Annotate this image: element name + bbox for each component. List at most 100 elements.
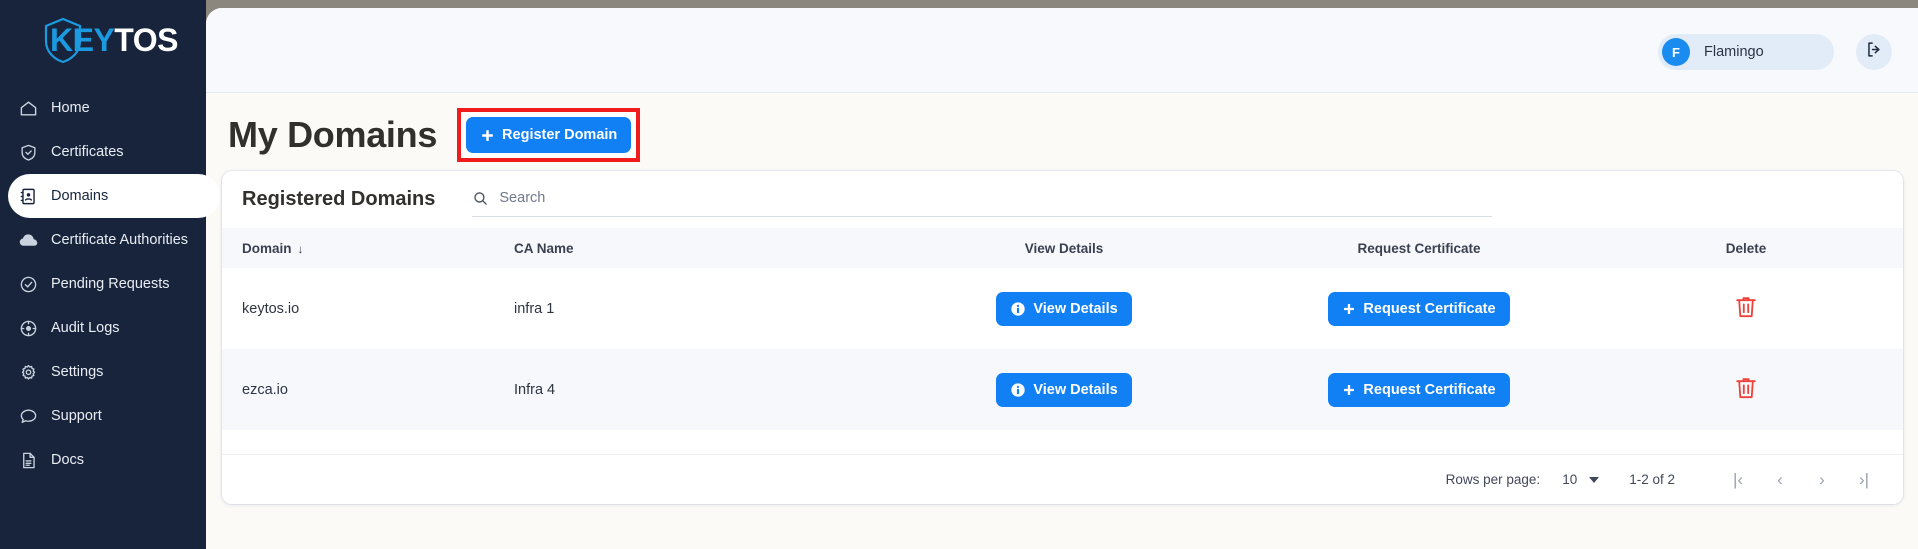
home-icon	[17, 97, 39, 119]
column-header-domain-label: Domain	[242, 240, 292, 256]
card-header: Registered Domains	[222, 171, 1903, 228]
cell-delete	[1589, 268, 1903, 349]
address-book-icon	[17, 185, 39, 207]
column-header-view-details: View Details	[1024, 240, 1104, 256]
rows-per-page-label: Rows per page:	[1445, 472, 1541, 487]
page-title: My Domains	[228, 114, 438, 155]
topbar: F Flamingo	[206, 8, 1918, 93]
sidebar-item-label: Settings	[51, 364, 104, 380]
sidebar-item-label: Home	[51, 100, 90, 116]
pagination: Rows per page: 10 1-2 of 2 |‹ ‹ › ›|	[222, 454, 1903, 504]
target-icon	[17, 317, 39, 339]
info-icon	[1010, 301, 1026, 317]
cell-view-details: View Details	[879, 268, 1249, 349]
brand-logo[interactable]: KEYTOS	[34, 14, 184, 66]
trash-icon	[1734, 294, 1758, 323]
avatar: F	[1662, 38, 1690, 66]
table-row: ezca.io Infra 4 View Details Request Cer…	[222, 349, 1903, 430]
register-domain-highlight: Register Domain	[457, 108, 641, 162]
cloud-icon	[17, 229, 39, 251]
prev-page-button[interactable]: ‹	[1759, 462, 1801, 498]
sidebar-item-label: Certificate Authorities	[51, 232, 189, 248]
sidebar-item-label: Support	[51, 408, 102, 424]
pagination-range: 1-2 of 2	[1629, 472, 1675, 487]
cell-ca-name: infra 1	[514, 300, 555, 317]
request-certificate-label: Request Certificate	[1363, 381, 1496, 398]
rows-per-page-select[interactable]: 10	[1562, 472, 1600, 487]
check-circle-icon	[17, 273, 39, 295]
sidebar-item-audit-logs[interactable]: Audit Logs	[0, 306, 206, 350]
table-body: keytos.io infra 1 View Details Request C…	[222, 268, 1903, 430]
sort-down-icon: ↓	[297, 241, 304, 256]
main-content: F Flamingo My Domains Register Domain Re…	[206, 8, 1918, 549]
sidebar-item-docs[interactable]: Docs	[0, 438, 206, 482]
cell-domain: keytos.io	[242, 300, 300, 317]
logout-button[interactable]	[1856, 34, 1892, 70]
app-root: KEYTOS Home Certificates Domains Certifi…	[0, 0, 1918, 549]
card-title: Registered Domains	[242, 188, 436, 210]
request-certificate-label: Request Certificate	[1363, 300, 1496, 317]
logout-icon	[1865, 40, 1884, 64]
view-details-label: View Details	[1033, 300, 1118, 317]
search-field[interactable]	[472, 183, 1493, 217]
table-head: Domain ↓ CA Name View Details Request Cer…	[222, 228, 1903, 268]
table-row: keytos.io infra 1 View Details Request C…	[222, 268, 1903, 349]
column-header-ca-name: CA Name	[514, 240, 574, 256]
chat-bubble-icon	[17, 405, 39, 427]
chevron-down-icon	[1589, 476, 1600, 483]
search-icon	[472, 190, 489, 207]
delete-button[interactable]	[1734, 294, 1758, 323]
search-input[interactable]	[499, 190, 1493, 206]
plus-icon	[1342, 383, 1356, 397]
sidebar-item-domains[interactable]: Domains	[8, 174, 220, 218]
column-header-domain[interactable]: Domain ↓	[222, 228, 514, 268]
register-domain-label: Register Domain	[502, 127, 618, 143]
cell-ca-name: Infra 4	[514, 381, 556, 398]
cell-delete	[1589, 349, 1903, 430]
sidebar-item-home[interactable]: Home	[0, 86, 206, 130]
sidebar-item-certificates[interactable]: Certificates	[0, 130, 206, 174]
user-profile-chip[interactable]: F Flamingo	[1658, 34, 1834, 70]
document-icon	[17, 449, 39, 471]
sidebar-item-pending-requests[interactable]: Pending Requests	[0, 262, 206, 306]
brand-key: KEY	[50, 22, 115, 58]
cell-domain: ezca.io	[242, 381, 288, 398]
sidebar-item-support[interactable]: Support	[0, 394, 206, 438]
table-header-row: Domain ↓ CA Name View Details Request Cer…	[222, 228, 1903, 268]
request-certificate-button[interactable]: Request Certificate	[1328, 372, 1510, 407]
info-icon	[1010, 382, 1026, 398]
sidebar-item-label: Docs	[51, 452, 85, 468]
sidebar-item-label: Certificates	[51, 144, 124, 160]
brand-tos: TOS	[114, 22, 178, 58]
page-header: My Domains Register Domain	[228, 108, 641, 162]
plus-icon	[480, 128, 495, 143]
next-page-button[interactable]: ›	[1801, 462, 1843, 498]
column-header-delete: Delete	[1725, 240, 1767, 256]
user-name: Flamingo	[1704, 44, 1764, 60]
gear-icon	[17, 361, 39, 383]
last-page-button[interactable]: ›|	[1843, 462, 1885, 498]
cell-request-certificate: Request Certificate	[1249, 268, 1589, 349]
rows-per-page-value: 10	[1562, 472, 1578, 487]
view-details-button[interactable]: View Details	[996, 372, 1132, 407]
view-details-label: View Details	[1033, 381, 1118, 398]
first-page-button[interactable]: |‹	[1717, 462, 1759, 498]
view-details-button[interactable]: View Details	[996, 291, 1132, 326]
sidebar-item-certificate-authorities[interactable]: Certificate Authorities	[0, 218, 206, 262]
delete-button[interactable]	[1734, 375, 1758, 404]
cell-request-certificate: Request Certificate	[1249, 349, 1589, 430]
trash-icon	[1734, 375, 1758, 404]
register-domain-button[interactable]: Register Domain	[466, 117, 632, 153]
cell-view-details: View Details	[879, 349, 1249, 430]
column-header-request-certificate: Request Certificate	[1357, 240, 1481, 256]
sidebar-nav: Home Certificates Domains Certificate Au…	[0, 86, 220, 482]
request-certificate-button[interactable]: Request Certificate	[1328, 291, 1510, 326]
sidebar-item-label: Pending Requests	[51, 276, 170, 292]
sidebar-item-settings[interactable]: Settings	[0, 350, 206, 394]
sidebar-item-label: Domains	[51, 188, 109, 204]
shield-check-icon	[17, 141, 39, 163]
brand-wordmark: KEYTOS	[50, 22, 178, 59]
domains-table: Domain ↓ CA Name View Details Request Cer…	[222, 228, 1903, 430]
sidebar: KEYTOS Home Certificates Domains Certifi…	[0, 0, 220, 549]
registered-domains-card: Registered Domains Search Domain ↓ CA Na…	[222, 171, 1903, 504]
